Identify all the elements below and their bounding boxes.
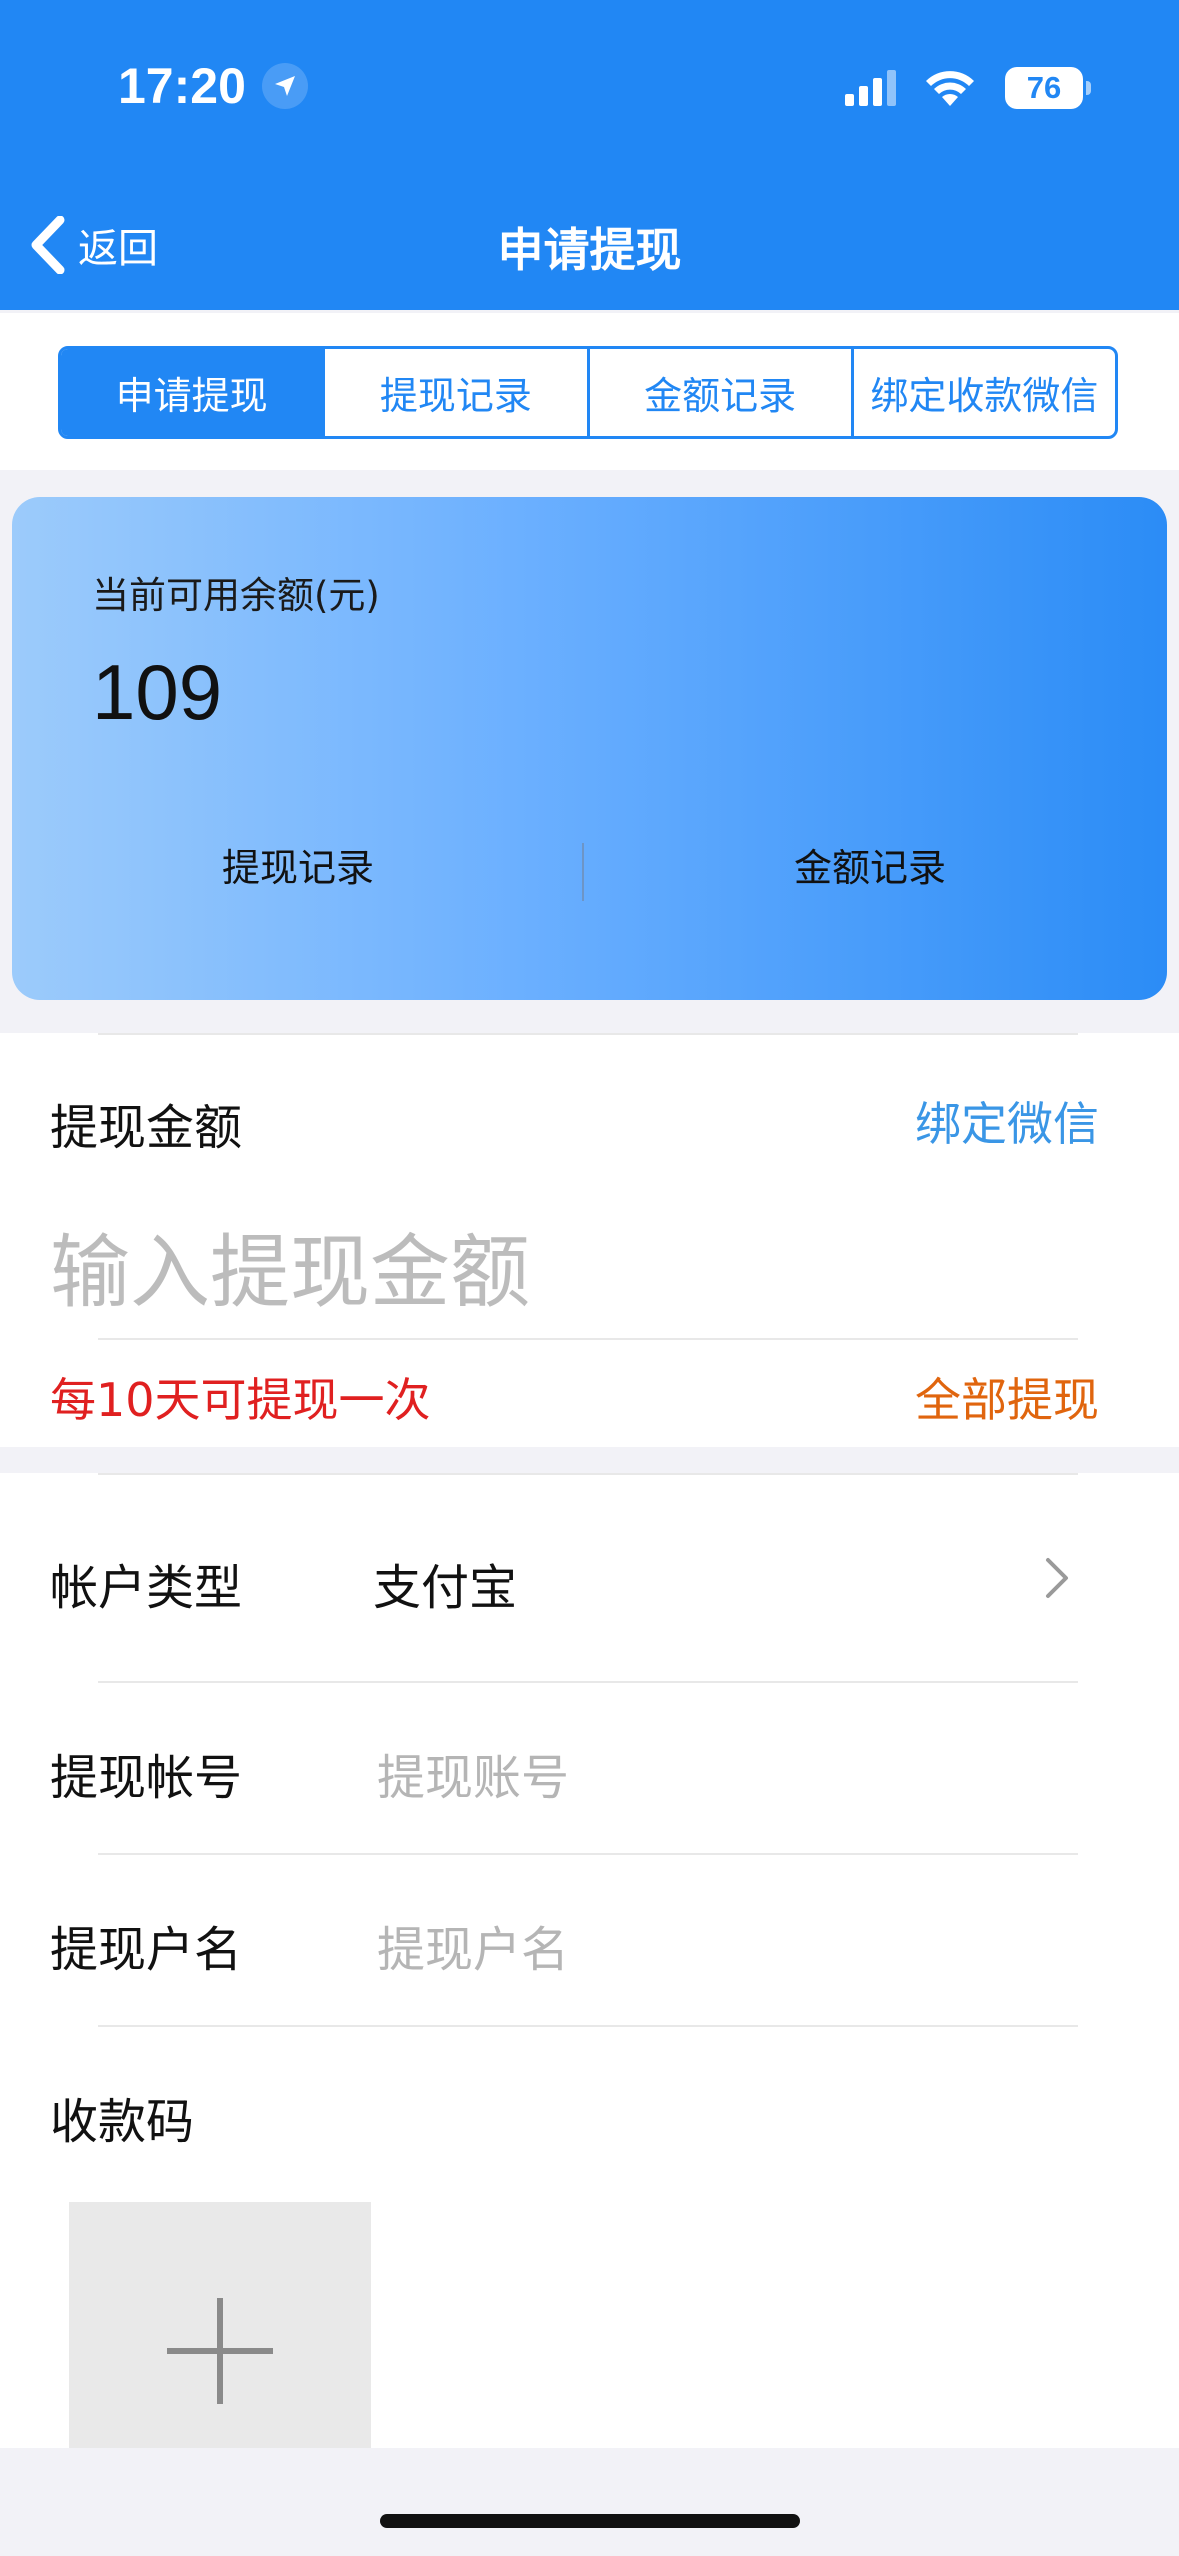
- plus-icon: [167, 2298, 273, 2404]
- card-divider: [582, 843, 584, 901]
- balance-card: 当前可用余额(元) 109 提现记录 金额记录: [12, 497, 1167, 1000]
- withdraw-amount-label: 提现金额: [50, 1100, 243, 1156]
- tab-apply-withdraw[interactable]: 申请提现: [61, 349, 326, 436]
- qr-upload-button[interactable]: [69, 2202, 371, 2456]
- time-text: 17:20: [118, 58, 246, 114]
- card-amount-records-link[interactable]: 金额记录: [794, 837, 946, 892]
- bind-wechat-link[interactable]: 绑定微信: [915, 1088, 1099, 1154]
- wifi-icon: [926, 71, 974, 106]
- location-arrow-icon: [261, 63, 308, 109]
- chevron-right-icon[interactable]: [1044, 1556, 1070, 1600]
- tab-amount-records[interactable]: 金额记录: [590, 349, 854, 436]
- divider: [98, 1681, 1078, 1683]
- account-number-input[interactable]: 提现账号: [377, 1738, 569, 1808]
- withdraw-frequency-note: 每10天可提现一次: [50, 1373, 431, 1427]
- divider: [98, 1853, 1078, 1855]
- tab-withdraw-records[interactable]: 提现记录: [325, 349, 590, 436]
- balance-amount: 109: [92, 648, 223, 736]
- signal-icon: [845, 70, 896, 106]
- qr-code-label: 收款码: [50, 2094, 195, 2150]
- divider: [98, 1033, 1078, 1035]
- tab-bind-wechat[interactable]: 绑定收款微信: [854, 349, 1115, 436]
- divider: [98, 1473, 1078, 1475]
- bottom-safe-area: [0, 2448, 1179, 2556]
- card-withdraw-records-link[interactable]: 提现记录: [222, 837, 374, 892]
- account-name-label: 提现户名: [50, 1922, 243, 1978]
- withdraw-amount-input[interactable]: 输入提现金额: [50, 1208, 530, 1324]
- app-header: 17:20 76 返回 申请提现: [0, 0, 1179, 310]
- battery-level: 76: [1026, 70, 1062, 105]
- status-bar-icons: 76: [845, 60, 1091, 116]
- tabs-container: 申请提现 提现记录 金额记录 绑定收款微信: [0, 313, 1179, 470]
- tab-bar: 申请提现 提现记录 金额记录 绑定收款微信: [58, 346, 1118, 439]
- page-title: 申请提现: [497, 223, 682, 277]
- divider: [98, 1338, 1078, 1340]
- divider: [98, 2025, 1078, 2027]
- withdraw-all-button[interactable]: 全部提现: [915, 1364, 1099, 1430]
- account-name-input[interactable]: 提现户名: [377, 1910, 569, 1980]
- account-type-label: 帐户类型: [50, 1560, 243, 1616]
- account-type-select[interactable]: 支付宝: [373, 1548, 517, 1618]
- battery-icon: 76: [1005, 67, 1091, 109]
- account-number-label: 提现帐号: [50, 1750, 243, 1806]
- balance-label: 当前可用余额(元): [92, 574, 380, 617]
- home-indicator: [380, 2514, 800, 2528]
- status-bar-time: 17:20: [118, 52, 308, 120]
